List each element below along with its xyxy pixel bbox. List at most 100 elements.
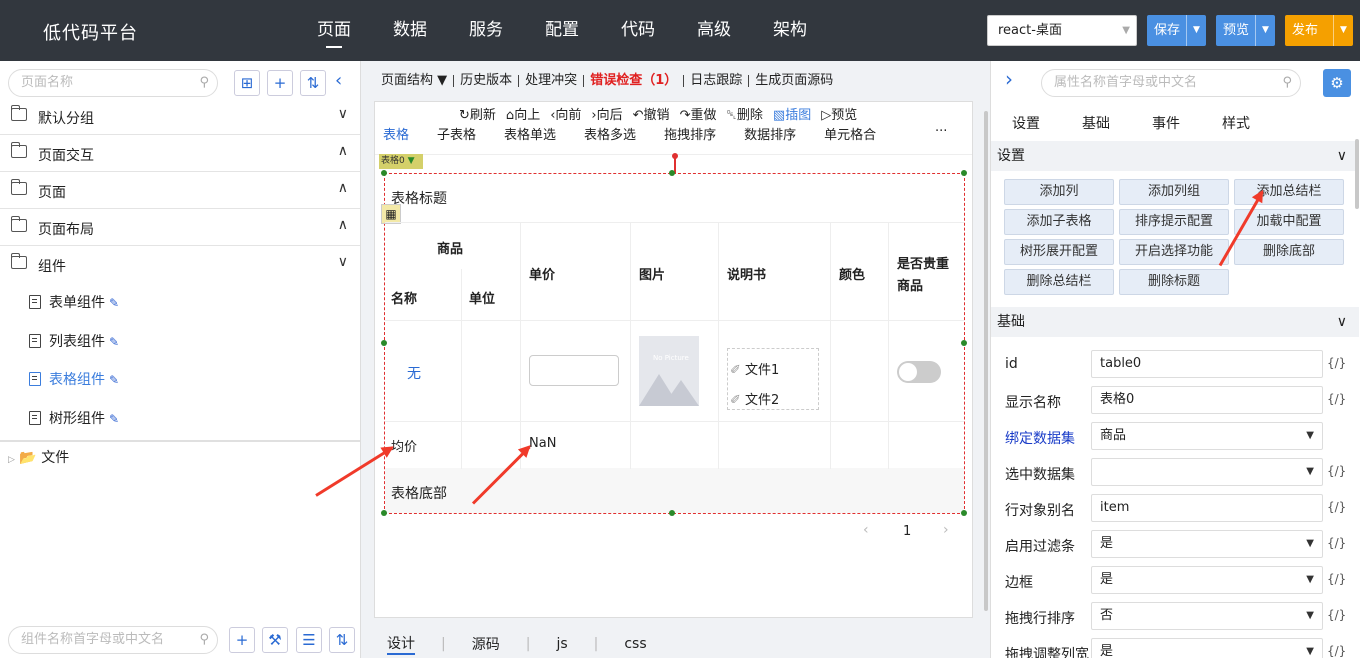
tab-multi-select[interactable]: 表格多选 bbox=[584, 124, 636, 143]
refresh-button[interactable]: ↻刷新 bbox=[459, 104, 496, 123]
property-scrollbar[interactable] bbox=[1355, 139, 1359, 209]
publish-button[interactable]: 发布 ▼ bbox=[1285, 15, 1353, 46]
code-icon[interactable]: {/} bbox=[1327, 392, 1346, 406]
pager-page[interactable]: 1 bbox=[903, 524, 911, 539]
move-up-button[interactable]: ⌂向上 bbox=[506, 104, 540, 123]
generate-source-button[interactable]: 生成页面源码 bbox=[749, 74, 839, 87]
error-check-button[interactable]: 错误检查（1） bbox=[584, 74, 685, 87]
component-table[interactable]: 表格组件 ✎ bbox=[29, 369, 119, 389]
resize-handle[interactable] bbox=[961, 170, 967, 176]
table-component[interactable]: 表格标题 ▦ 商品 名称 单位 单价 图片 说明书 颜色 是否贵重商品 无 No… bbox=[381, 173, 965, 514]
file-item[interactable]: ✐ 文件1 bbox=[730, 359, 779, 378]
group-components[interactable]: 组件 ∨ bbox=[0, 246, 360, 283]
nav-page[interactable]: 页面 bbox=[296, 0, 372, 61]
tab-data-sort[interactable]: 数据排序 bbox=[744, 124, 796, 143]
price-input[interactable] bbox=[529, 355, 619, 386]
add-icon[interactable]: + bbox=[267, 70, 293, 96]
add-summary-button[interactable]: 添加总结栏 bbox=[1234, 179, 1344, 205]
code-icon[interactable]: {/} bbox=[1327, 608, 1346, 622]
tab-js[interactable]: js bbox=[556, 636, 567, 652]
table-config-icon[interactable]: ▦ bbox=[381, 204, 401, 224]
preview-button[interactable]: 预览 ▼ bbox=[1216, 15, 1275, 46]
canvas-preview-button[interactable]: ▷预览 bbox=[821, 104, 857, 123]
tab-drag-sort[interactable]: 拖拽排序 bbox=[664, 124, 716, 143]
group-layout[interactable]: 页面布局 ∧ bbox=[0, 209, 360, 246]
list-order-icon[interactable]: ☰ bbox=[296, 627, 322, 653]
prop-drag-col-select[interactable]: 是 ▼ bbox=[1091, 638, 1323, 658]
code-icon[interactable]: {/} bbox=[1327, 572, 1346, 586]
tab-settings[interactable]: 设置 bbox=[991, 109, 1061, 139]
move-back-button[interactable]: ›向后 bbox=[591, 104, 622, 123]
cell-name-link[interactable]: 无 bbox=[407, 363, 421, 383]
move-forward-button[interactable]: ‹向前 bbox=[550, 104, 581, 123]
save-button[interactable]: 保存 ▼ bbox=[1147, 15, 1206, 46]
prop-display-name-input[interactable]: 表格0 bbox=[1091, 386, 1323, 414]
file-node[interactable]: ▷ 📂 文件 bbox=[8, 447, 69, 467]
resize-handle[interactable] bbox=[961, 510, 967, 516]
prop-bind-dataset-select[interactable]: 商品 ▼ bbox=[1091, 422, 1323, 450]
canvas-scrollbar[interactable] bbox=[984, 111, 988, 611]
resize-handle[interactable] bbox=[381, 510, 387, 516]
tab-single-select[interactable]: 表格单选 bbox=[504, 124, 556, 143]
nav-advanced[interactable]: 高级 bbox=[676, 0, 752, 61]
resize-handle[interactable] bbox=[669, 170, 675, 176]
delete-button[interactable]: ␡删除 bbox=[726, 104, 762, 123]
add-column-group-button[interactable]: 添加列组 bbox=[1119, 179, 1229, 205]
file-item[interactable]: ✐ 文件2 bbox=[730, 389, 779, 408]
prop-row-alias-input[interactable]: item bbox=[1091, 494, 1323, 522]
tab-basic[interactable]: 基础 bbox=[1061, 109, 1131, 139]
add-column-button[interactable]: 添加列 bbox=[1004, 179, 1114, 205]
prop-id-input[interactable]: table0 bbox=[1091, 350, 1323, 378]
prop-selected-dataset-select[interactable]: ▼ bbox=[1091, 458, 1323, 486]
component-form[interactable]: 表单组件 ✎ bbox=[29, 292, 119, 312]
preview-dropdown-icon[interactable]: ▼ bbox=[1255, 15, 1275, 46]
tab-cell-merge[interactable]: 单元格合 bbox=[824, 124, 876, 143]
tab-table[interactable]: 表格 bbox=[383, 124, 409, 143]
sort-icon[interactable]: ⇅ bbox=[329, 627, 355, 653]
tab-subtable[interactable]: 子表格 bbox=[437, 124, 476, 143]
delete-summary-button[interactable]: 删除总结栏 bbox=[1004, 269, 1114, 295]
page-structure-button[interactable]: 页面结构 ▼ bbox=[375, 74, 455, 87]
add-folder-icon[interactable]: ⊞ bbox=[234, 70, 260, 96]
insert-image-button[interactable]: ▧插图 bbox=[773, 104, 811, 123]
tree-expand-config-button[interactable]: 树形展开配置 bbox=[1004, 239, 1114, 265]
add-icon[interactable]: + bbox=[229, 627, 255, 653]
code-icon[interactable]: {/} bbox=[1327, 536, 1346, 550]
prop-drag-row-select[interactable]: 否 ▼ bbox=[1091, 602, 1323, 630]
prop-border-select[interactable]: 是 ▼ bbox=[1091, 566, 1323, 594]
code-icon[interactable]: {/} bbox=[1327, 644, 1346, 658]
resize-handle[interactable] bbox=[381, 340, 387, 346]
code-icon[interactable]: {/} bbox=[1327, 356, 1346, 370]
tab-design[interactable]: 设计 bbox=[387, 633, 415, 655]
code-icon[interactable]: {/} bbox=[1327, 500, 1346, 514]
tab-source[interactable]: 源码 bbox=[472, 634, 500, 654]
component-search-input[interactable]: 组件名称首字母或中文名 ⚲ bbox=[8, 626, 218, 654]
nav-code[interactable]: 代码 bbox=[600, 0, 676, 61]
history-button[interactable]: 历史版本 bbox=[454, 74, 520, 87]
nav-data[interactable]: 数据 bbox=[372, 0, 448, 61]
nav-service[interactable]: 服务 bbox=[448, 0, 524, 61]
pager-next-icon[interactable]: › bbox=[943, 522, 949, 538]
property-search-input[interactable]: 属性名称首字母或中文名 ⚲ bbox=[1041, 69, 1301, 97]
edit-icon[interactable]: ✎ bbox=[109, 296, 119, 310]
collapse-left-icon[interactable]: ‹ bbox=[335, 70, 342, 91]
tab-styles[interactable]: 样式 bbox=[1201, 109, 1271, 139]
add-subtable-button[interactable]: 添加子表格 bbox=[1004, 209, 1114, 235]
edit-icon[interactable]: ✎ bbox=[109, 373, 119, 387]
publish-dropdown-icon[interactable]: ▼ bbox=[1333, 15, 1353, 46]
component-tree[interactable]: 树形组件 ✎ bbox=[29, 408, 119, 428]
sort-icon[interactable]: ⇅ bbox=[300, 70, 326, 96]
precious-toggle[interactable] bbox=[897, 361, 941, 383]
resize-handle[interactable] bbox=[381, 170, 387, 176]
nav-config[interactable]: 配置 bbox=[524, 0, 600, 61]
prop-filter-select[interactable]: 是 ▼ bbox=[1091, 530, 1323, 558]
section-settings[interactable]: 设置 ∨ bbox=[991, 141, 1359, 171]
edit-icon[interactable]: ✎ bbox=[109, 412, 119, 426]
tab-events[interactable]: 事件 bbox=[1131, 109, 1201, 139]
resize-handle[interactable] bbox=[961, 340, 967, 346]
nav-architecture[interactable]: 架构 bbox=[752, 0, 828, 61]
pager-prev-icon[interactable]: ‹ bbox=[863, 522, 869, 538]
conflict-button[interactable]: 处理冲突 bbox=[519, 74, 585, 87]
section-basic[interactable]: 基础 ∨ bbox=[991, 307, 1359, 337]
expand-right-icon[interactable]: › bbox=[1005, 67, 1013, 91]
